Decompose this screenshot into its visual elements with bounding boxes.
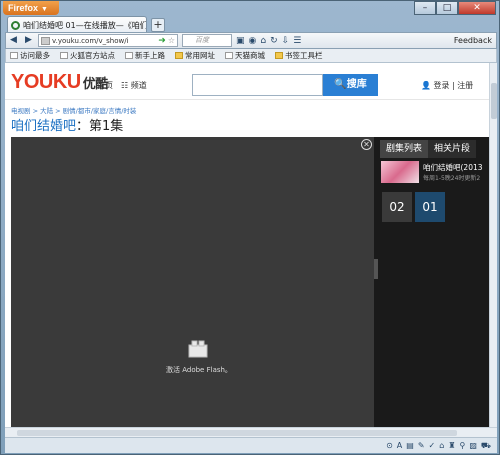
home-small-icon[interactable]: ⌂ bbox=[439, 441, 444, 450]
close-window-button[interactable]: ✕ bbox=[458, 1, 496, 15]
page-icon bbox=[60, 52, 68, 59]
search-input[interactable]: 百度 bbox=[182, 34, 232, 47]
series-title[interactable]: 咱们结婚吧(2013 bbox=[423, 162, 483, 173]
forward-icon[interactable]: ▶ bbox=[22, 34, 35, 47]
page-icon bbox=[225, 52, 233, 59]
breadcrumb[interactable]: 电视剧 > 大陆 > 剧情/都市/家庭/言情/时装 bbox=[11, 105, 136, 115]
tab-strip: 咱们结婚吧 01—在线播放—《咱们结婚 ✕ + bbox=[5, 15, 497, 33]
youku-logo[interactable]: YOUKU 优酷 bbox=[11, 71, 108, 94]
flash-activate-text[interactable]: 激活 Adobe Flash。 bbox=[166, 365, 232, 375]
feedback-button[interactable]: Feedback bbox=[454, 36, 496, 45]
image-icon[interactable]: ▨ bbox=[469, 441, 477, 450]
horizontal-scroll-thumb[interactable] bbox=[17, 430, 457, 436]
horizontal-scrollbar[interactable] bbox=[5, 427, 497, 437]
login-link[interactable]: 登录 bbox=[434, 81, 450, 90]
nav-channels[interactable]: ☷ 频道 bbox=[121, 80, 147, 91]
flash-plugin-icon[interactable] bbox=[187, 340, 209, 358]
firefox-menu-button[interactable]: Firefox ▼ bbox=[3, 1, 59, 15]
text-icon[interactable]: A bbox=[397, 441, 402, 450]
bookmark-getting-started[interactable]: 新手上路 bbox=[125, 50, 165, 61]
series-thumbnail[interactable] bbox=[381, 161, 419, 183]
video-player[interactable]: 激活 Adobe Flash。 bbox=[11, 137, 374, 427]
page-content: YOUKU 优酷 首页 ☷ 频道 🔍搜库 👤 登录 | 注册 电视剧 > 大陆 >… bbox=[5, 63, 489, 427]
login-links: 👤 登录 | 注册 bbox=[421, 81, 474, 90]
page-icon bbox=[125, 52, 133, 59]
series-update-info: 每周1-5晚24时更新2 bbox=[423, 175, 481, 182]
sidebar-collapse-handle[interactable] bbox=[374, 259, 378, 279]
bookmark-common-sites[interactable]: 常用网址 bbox=[175, 50, 215, 61]
header-divider bbox=[5, 99, 489, 100]
status-bar: ⊙ A ▤ ✎ ✓ ⌂ ♜ ⚲ ▨ ⛟ bbox=[5, 437, 497, 453]
folder-icon bbox=[175, 52, 183, 59]
screenshot-icon[interactable]: ▣ bbox=[236, 36, 245, 46]
download-icon[interactable]: ⇩ bbox=[282, 36, 290, 46]
episode-sidebar: 剧集列表 相关片段 咱们结婚吧(2013 每周1-5晚24时更新2 02 01 bbox=[374, 137, 489, 427]
youku-nav: 首页 ☷ 频道 bbox=[97, 80, 147, 91]
tab-youku[interactable]: 咱们结婚吧 01—在线播放—《咱们结婚 ✕ bbox=[7, 16, 147, 33]
sidebar-tabs: 剧集列表 相关片段 bbox=[380, 140, 477, 158]
episode-01-button[interactable]: 01 bbox=[415, 192, 445, 222]
url-text: v.youku.com/v_show/i bbox=[52, 36, 129, 45]
navigation-toolbar: ◀ ▶ v.youku.com/v_show/i ➜ ☆ 百度 ▣ ◉ ⌂ ↻ … bbox=[5, 32, 497, 49]
tab-episode-list[interactable]: 剧集列表 bbox=[380, 140, 429, 158]
window-controls: – □ ✕ bbox=[414, 1, 496, 15]
sync-icon[interactable]: ↻ bbox=[270, 36, 278, 46]
back-icon[interactable]: ◀ bbox=[7, 34, 20, 47]
site-identity-icon[interactable] bbox=[41, 36, 50, 45]
pen-icon[interactable]: ✎ bbox=[418, 441, 425, 450]
new-tab-button[interactable]: + bbox=[151, 18, 165, 32]
bookmark-tmall[interactable]: 天猫商城 bbox=[225, 50, 265, 61]
player-close-icon[interactable]: ✕ bbox=[361, 139, 372, 150]
nav-home[interactable]: 首页 bbox=[97, 80, 113, 91]
browser-window: Firefox▼ – □ ✕ 咱们结婚吧 01—在线播放—《咱们结婚 ✕ + ◀… bbox=[0, 0, 500, 455]
shirt-icon[interactable]: ♜ bbox=[448, 441, 455, 450]
go-icon[interactable]: ➜ bbox=[158, 36, 166, 46]
series-item[interactable]: 咱们结婚吧(2013 每周1-5晚24时更新2 bbox=[381, 161, 489, 183]
bookmark-most-visited[interactable]: 访问最多 bbox=[10, 50, 50, 61]
youku-header: YOUKU 优酷 首页 ☷ 频道 🔍搜库 👤 登录 | 注册 bbox=[5, 67, 489, 96]
gear-icon bbox=[10, 52, 18, 59]
youku-search-input[interactable] bbox=[192, 74, 323, 96]
bookmarks-toolbar: 访问最多 火狐官方站点 新手上路 常用网址 天猫商城 书签工具栏 bbox=[5, 49, 497, 63]
toolbar-icons: ▣ ◉ ⌂ ↻ ⇩ ☰ bbox=[236, 36, 301, 46]
home-icon[interactable]: ⌂ bbox=[260, 36, 266, 46]
minimize-button[interactable]: – bbox=[414, 1, 436, 15]
episode-02-button[interactable]: 02 bbox=[382, 192, 412, 222]
url-bar[interactable]: v.youku.com/v_show/i ➜ ☆ bbox=[38, 34, 178, 47]
folder-icon bbox=[275, 52, 283, 59]
maximize-button[interactable]: □ bbox=[436, 1, 458, 15]
addon-bar-icon[interactable]: ⊙ bbox=[386, 441, 393, 450]
bookmark-star-icon[interactable]: ☆ bbox=[168, 36, 175, 45]
tab-title: 咱们结婚吧 01—在线播放—《咱们结婚 bbox=[23, 20, 147, 30]
tab-related-clips[interactable]: 相关片段 bbox=[428, 140, 477, 158]
search-small-icon[interactable]: ⚲ bbox=[460, 441, 466, 450]
cart-icon[interactable]: ⛟ bbox=[481, 441, 491, 451]
youku-favicon-icon bbox=[11, 20, 20, 30]
vertical-scrollbar[interactable] bbox=[489, 63, 497, 427]
bookmarks-icon[interactable]: ☰ bbox=[293, 36, 301, 46]
register-link[interactable]: 注册 bbox=[457, 81, 473, 90]
vertical-scroll-thumb[interactable] bbox=[491, 83, 497, 119]
check-icon[interactable]: ✓ bbox=[429, 441, 436, 450]
bookmark-toolbar-folder[interactable]: 书签工具栏 bbox=[275, 50, 323, 61]
bookmark-firefox-site[interactable]: 火狐官方站点 bbox=[60, 50, 115, 61]
youku-search-button[interactable]: 🔍搜库 bbox=[323, 74, 378, 96]
addon-icon[interactable]: ◉ bbox=[249, 36, 257, 46]
page-title: 咱们结婚吧：第1集 bbox=[11, 119, 124, 134]
user-icon: 👤 bbox=[421, 81, 431, 90]
bookmark-icon[interactable]: ▤ bbox=[406, 441, 414, 450]
